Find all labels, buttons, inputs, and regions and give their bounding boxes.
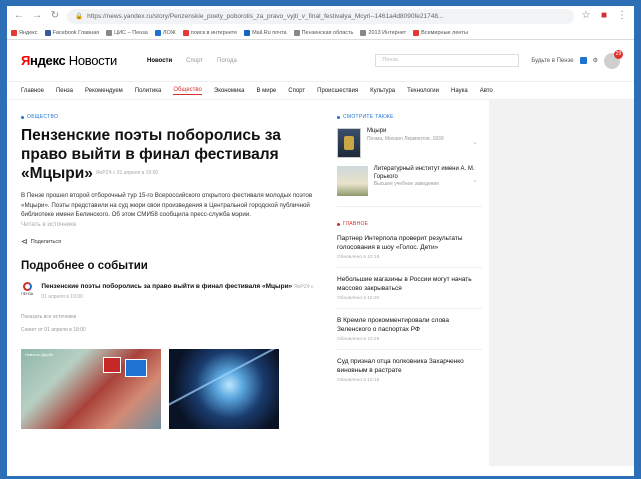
back-icon[interactable]: ← (13, 10, 25, 22)
site-header: Яндекс Новости Новости Спорт Погода Пенз… (7, 40, 634, 82)
rubric-item[interactable]: Главное (21, 88, 44, 94)
divider (337, 206, 482, 207)
rubric-item[interactable]: Политика (135, 88, 162, 94)
services-nav: Новости Спорт Погода (147, 58, 237, 64)
service-weather[interactable]: Погода (217, 58, 237, 64)
reload-icon[interactable]: ↻ (49, 10, 61, 22)
side-news-item[interactable]: Небольшие магазины в России могут начать… (337, 275, 482, 301)
rubric-item[interactable]: Рекомендуем (85, 88, 123, 94)
rubric-item[interactable]: Спорт (288, 88, 305, 94)
bookmarks-bar: Яндекс Facebook Главная ЦИС – Пенза ЛОЖ … (7, 26, 634, 40)
article-lead: В Пензе прошел второй отборочный тур 15-… (21, 192, 313, 228)
extension-icon[interactable]: ■ (598, 10, 610, 22)
main-news-tag: Главное (337, 221, 482, 227)
article-tag[interactable]: Общество (21, 114, 319, 120)
bookmark-item[interactable]: Всемирные ленты (413, 29, 468, 36)
settings-icon[interactable]: ⚙ (593, 57, 598, 64)
rubric-item[interactable]: Наука (451, 88, 468, 94)
bookmark-icon (44, 29, 51, 36)
bookmark-item[interactable]: ЦИС – Пенза (106, 29, 148, 36)
rubric-item[interactable]: Технологии (407, 88, 439, 94)
bookmark-item[interactable]: 2013 Интернет (360, 29, 406, 36)
related-card[interactable]: Литературный институт имени А. М. Горько… (337, 166, 482, 196)
chevron-down-icon[interactable]: ⌄ (472, 176, 478, 184)
article-time: ЯеPZ4 с 01 апреля в 19:00 (95, 170, 159, 177)
right-gutter (489, 100, 634, 466)
header-right: Будьте в Пензе ⚙ 29 (531, 49, 623, 69)
rubric-item[interactable]: Культура (370, 88, 395, 94)
bookmark-item[interactable]: Facebook Главная (44, 29, 99, 36)
divider (337, 308, 482, 309)
divider (337, 349, 482, 350)
rubric-item[interactable]: Авто (480, 88, 493, 94)
rubric-item-active[interactable]: Общество (173, 87, 202, 95)
search-input[interactable]: Пенза (375, 54, 520, 67)
related-card[interactable]: Мцыри Поэма, Михаил Лермонтов, 1839 ⌄ (337, 128, 482, 158)
bookmark-icon (154, 29, 161, 36)
news-photo[interactable]: Новости Дерби (21, 349, 161, 430)
rubric-menu: Главное Пенза Рекомендуем Политика Общес… (7, 82, 634, 100)
book-thumbnail (337, 128, 361, 158)
more-section-title: Подробнее о событии (21, 260, 148, 273)
service-sport[interactable]: Спорт (186, 58, 203, 64)
bookmark-icon (106, 29, 113, 36)
see-also-tag: Смотрите также (337, 114, 482, 120)
photo-strip: Новости Дерби (21, 349, 319, 430)
content-area: Общество Пензенские поэты поборолись за … (7, 100, 634, 466)
bookmark-icon (244, 29, 251, 36)
bookmark-icon (360, 29, 367, 36)
rubric-item[interactable]: Экономика (214, 88, 245, 94)
address-bar: ← → ↻ 🔒 https://news.yandex.ru/story/Penz… (7, 6, 634, 26)
news-photo[interactable] (169, 349, 279, 430)
url-field[interactable]: 🔒 https://news.yandex.ru/story/Penzenskie… (67, 8, 574, 24)
article-headline: Пензенские поэты поборолись за право вый… (21, 127, 281, 182)
main-column: Общество Пензенские поэты поборолись за … (21, 100, 319, 430)
share-icon: ⊲ (21, 237, 28, 247)
lock-icon: 🔒 (75, 12, 84, 20)
bookmark-item[interactable]: ЛОЖ (154, 29, 176, 36)
bookmark-icon (413, 29, 420, 36)
source-link[interactable]: Читать в источнике (21, 221, 76, 228)
share-button[interactable]: ⊲ Поделиться (21, 237, 319, 246)
location-icon[interactable] (579, 57, 587, 64)
star-icon[interactable]: ☆ (580, 10, 592, 22)
avatar[interactable]: 29 (604, 49, 623, 69)
rubric-item[interactable]: Происшествия (317, 88, 358, 94)
bookmark-icon (182, 29, 189, 36)
story-item[interactable]: ПЕНЗА Пензенские поэты поборолись за пра… (21, 282, 319, 302)
institute-thumbnail (337, 166, 368, 196)
bullet-icon (21, 115, 24, 119)
browser-window: ← → ↻ 🔒 https://news.yandex.ru/story/Penz… (7, 6, 634, 476)
side-news-item[interactable]: В Кремле прокомментировали слова Зеленск… (337, 316, 482, 342)
location-link[interactable]: Будьте в Пензе (531, 58, 573, 64)
side-news-item[interactable]: Партнер Интерпола проверит результаты го… (337, 234, 482, 260)
side-column: Смотрите также Мцыри Поэма, Михаил Лермо… (337, 100, 482, 383)
all-sources-link[interactable]: Показать все источники (21, 314, 319, 320)
bookmark-item[interactable]: поиск в интернете (182, 29, 237, 36)
story-text: Пензенские поэты поборолись за право вый… (41, 283, 314, 301)
service-news[interactable]: Новости (147, 58, 172, 64)
rubric-item[interactable]: В мире (256, 88, 276, 94)
rubric-item[interactable]: Пенза (56, 88, 73, 94)
menu-icon[interactable]: ⋮ (616, 10, 628, 22)
bookmark-icon (11, 29, 17, 36)
bookmark-icon (293, 29, 300, 36)
forward-icon[interactable]: → (31, 10, 43, 22)
divider (337, 267, 482, 268)
bookmark-item[interactable]: Пензенская область (293, 29, 353, 36)
chevron-down-icon[interactable]: ⌄ (472, 138, 478, 146)
notification-badge: 29 (614, 49, 623, 59)
yandex-news-logo[interactable]: Яндекс Новости (21, 53, 117, 68)
story-timestamp: Сюжет от 01 апреля в 18:00 (21, 327, 86, 334)
bookmark-item[interactable]: Mail.Ru почта (244, 29, 287, 36)
source-logo: ПЕНЗА (21, 282, 33, 298)
bookmark-item[interactable]: Яндекс (11, 29, 38, 36)
side-news-item[interactable]: Суд признал отца полковника Захарченко в… (337, 357, 482, 383)
